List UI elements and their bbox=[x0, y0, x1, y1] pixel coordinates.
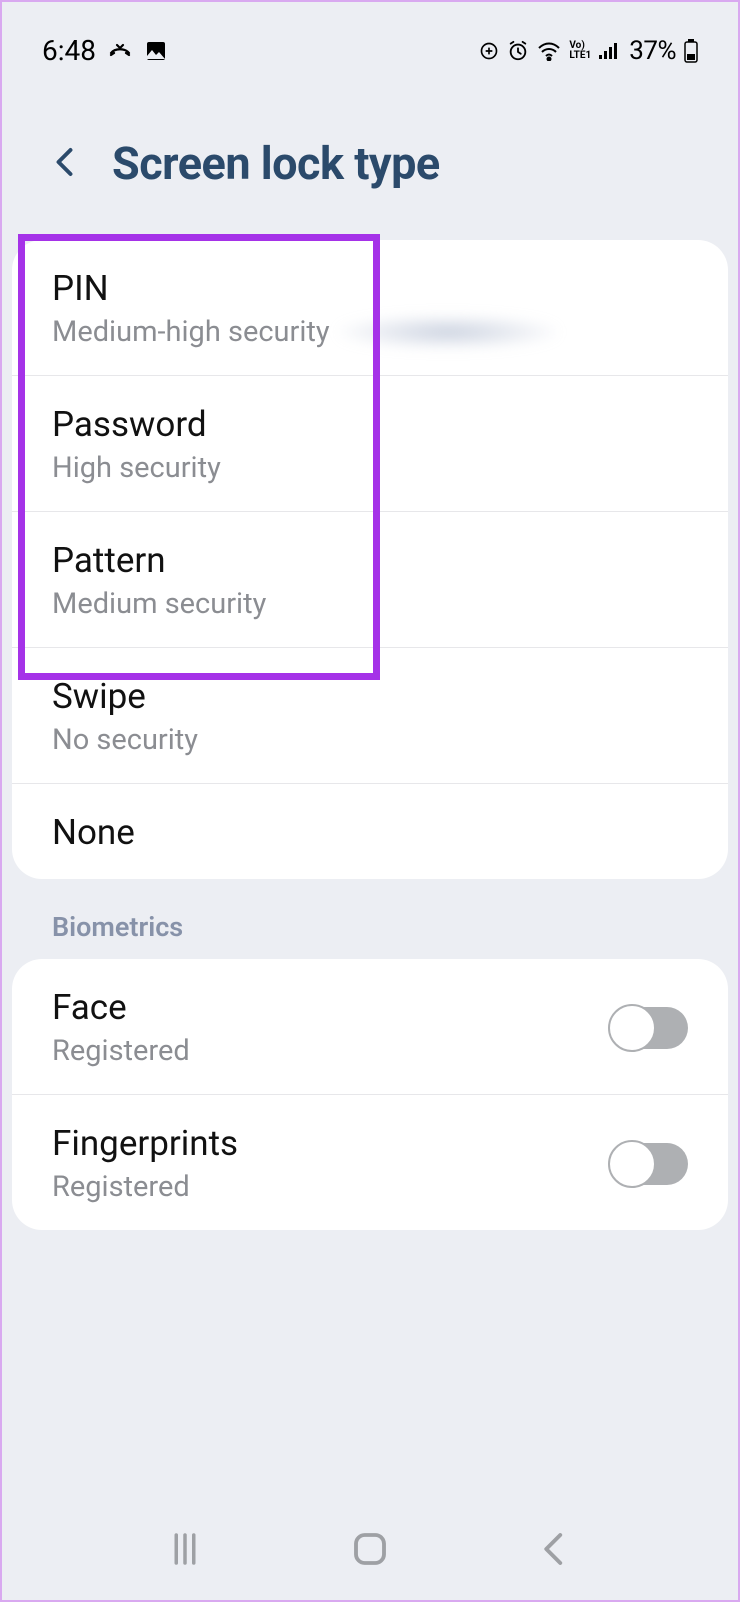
status-left: 6:48 bbox=[42, 34, 168, 67]
alarm-icon bbox=[507, 40, 529, 62]
missed-call-icon bbox=[108, 39, 132, 63]
wifi-icon bbox=[537, 41, 561, 61]
status-right: Vo)LTE1 37% bbox=[479, 36, 698, 66]
volte-icon: Vo)LTE1 bbox=[569, 41, 591, 61]
lock-option-none[interactable]: None bbox=[12, 784, 728, 879]
lock-option-subtitle: Medium security bbox=[52, 587, 688, 621]
battery-icon bbox=[684, 39, 698, 63]
recents-button[interactable] bbox=[164, 1528, 206, 1570]
lock-option-title: None bbox=[52, 812, 688, 853]
section-label-biometrics: Biometrics bbox=[2, 903, 738, 959]
fingerprints-toggle[interactable] bbox=[610, 1143, 688, 1185]
lock-option-title: Swipe bbox=[52, 676, 688, 717]
biometrics-card: Face Registered Fingerprints Registered bbox=[12, 959, 728, 1230]
redacted-blur bbox=[338, 315, 558, 349]
lock-option-swipe[interactable]: Swipe No security bbox=[12, 648, 728, 784]
lock-options-card: PIN Medium-high security Password High s… bbox=[12, 240, 728, 879]
signal-icon bbox=[599, 41, 621, 61]
page-title: Screen lock type bbox=[112, 137, 440, 190]
lock-option-password[interactable]: Password High security bbox=[12, 376, 728, 512]
lock-option-title: Pattern bbox=[52, 540, 688, 581]
biometric-face[interactable]: Face Registered bbox=[12, 959, 728, 1095]
lock-option-title: PIN bbox=[52, 268, 688, 309]
lock-option-pattern[interactable]: Pattern Medium security bbox=[12, 512, 728, 648]
lock-option-subtitle: No security bbox=[52, 723, 688, 757]
biometric-subtitle: Registered bbox=[52, 1034, 190, 1068]
data-saver-icon bbox=[479, 41, 499, 61]
biometric-fingerprints[interactable]: Fingerprints Registered bbox=[12, 1095, 728, 1230]
back-button[interactable] bbox=[48, 144, 84, 184]
page-header: Screen lock type bbox=[2, 77, 738, 240]
android-nav-bar bbox=[2, 1528, 738, 1570]
lock-option-subtitle: High security bbox=[52, 451, 688, 485]
battery-percent: 37% bbox=[629, 36, 676, 66]
picture-icon bbox=[144, 39, 168, 63]
biometric-title: Fingerprints bbox=[52, 1123, 238, 1164]
clock: 6:48 bbox=[42, 34, 96, 67]
biometric-title: Face bbox=[52, 987, 190, 1028]
lock-option-pin[interactable]: PIN Medium-high security bbox=[12, 240, 728, 376]
lock-option-subtitle: Medium-high security bbox=[52, 315, 330, 349]
status-bar: 6:48 Vo)LTE1 bbox=[2, 2, 738, 77]
back-nav-button[interactable] bbox=[534, 1528, 576, 1570]
home-button[interactable] bbox=[349, 1528, 391, 1570]
face-toggle[interactable] bbox=[610, 1007, 688, 1049]
lock-option-title: Password bbox=[52, 404, 688, 445]
biometric-subtitle: Registered bbox=[52, 1170, 238, 1204]
